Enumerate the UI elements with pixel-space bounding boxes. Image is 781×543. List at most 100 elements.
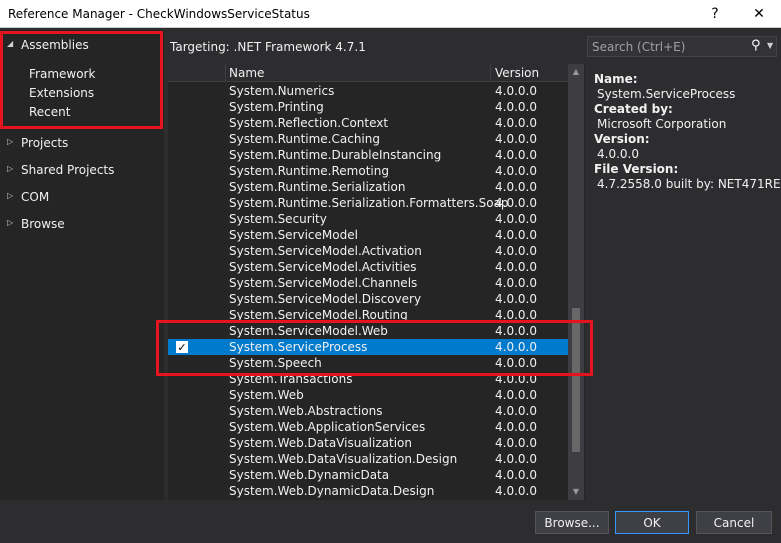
row-name: System.ServiceModel.Web [229,324,388,338]
row-name: System.Reflection.Context [229,116,389,130]
title-bar: Reference Manager - CheckWindowsServiceS… [0,0,781,28]
row-name: System.Security [229,212,327,226]
nav-shared-projects[interactable]: ▷ Shared Projects [0,160,164,180]
row-version: 4.0.0.0 [495,388,537,402]
row-name: System.ServiceModel.Discovery [229,292,422,306]
nav-extensions[interactable]: Extensions [29,86,94,105]
search-input[interactable] [592,38,742,55]
column-header-row: Name Version [168,64,568,82]
table-row[interactable]: System.Runtime.DurableInstancing 4.0.0.0 [168,147,568,163]
table-row[interactable]: System.ServiceModel.Activities 4.0.0.0 [168,259,568,275]
row-name: System.Numerics [229,84,335,98]
scroll-up-icon[interactable]: ▲ [568,64,584,80]
column-header-name[interactable]: Name [229,66,264,80]
scroll-thumb[interactable] [572,308,580,452]
expanded-triangle-icon: ◢ [7,39,14,48]
nav-browse-label: Browse [21,217,65,231]
row-name: System.Runtime.DurableInstancing [229,148,442,162]
table-row[interactable]: System.Security 4.0.0.0 [168,211,568,227]
help-button[interactable]: ? [693,0,737,28]
close-button[interactable]: ✕ [737,0,781,28]
row-name: System.Runtime.Caching [229,132,380,146]
nav-assemblies-label: Assemblies [21,38,89,52]
nav-recent[interactable]: Recent [29,105,70,124]
browse-button[interactable]: Browse... [535,511,609,534]
vertical-scrollbar[interactable]: ▲ ▼ [568,64,584,500]
nav-com[interactable]: ▷ COM [0,187,164,207]
collapsed-triangle-icon: ▷ [7,191,14,200]
row-version: 4.0.0.0 [495,244,537,258]
table-row[interactable]: System.ServiceModel 4.0.0.0 [168,227,568,243]
row-version: 4.0.0.0 [495,292,537,306]
row-name: System.ServiceModel.Activities [229,260,417,274]
row-name: System.ServiceModel.Activation [229,244,422,258]
row-version: 4.0.0.0 [495,452,537,466]
row-name: System.ServiceModel.Channels [229,276,418,290]
row-version: 4.0.0.0 [495,404,537,418]
nav-com-label: COM [21,190,50,204]
table-row[interactable]: System.Reflection.Context 4.0.0.0 [168,115,568,131]
table-row[interactable]: System.Runtime.Serialization.Formatters.… [168,195,568,211]
table-row[interactable]: System.Speech 4.0.0.0 [168,355,568,371]
row-version: 4.0.0.0 [495,164,537,178]
table-row[interactable]: System.ServiceModel.Discovery 4.0.0.0 [168,291,568,307]
table-row[interactable]: System.Web 4.0.0.0 [168,387,568,403]
table-row[interactable]: System.Transactions 4.0.0.0 [168,371,568,387]
row-version: 4.0.0.0 [495,468,537,482]
row-version: 4.0.0.0 [495,340,537,354]
row-name: System.Printing [229,100,324,114]
nav-framework[interactable]: Framework [29,67,95,86]
column-header-version[interactable]: Version [495,66,539,80]
table-row[interactable]: System.Web.DynamicData.Design 4.0.0.0 [168,483,568,499]
details-created-value: Microsoft Corporation [597,117,727,131]
table-row[interactable]: System.Printing 4.0.0.0 [168,99,568,115]
row-version: 4.0.0.0 [495,308,537,322]
nav-projects[interactable]: ▷ Projects [0,133,164,153]
row-version: 4.0.0.0 [495,84,537,98]
table-row[interactable]: ✓ System.ServiceProcess 4.0.0.0 [168,339,568,355]
row-name: System.ServiceModel [229,228,358,242]
table-row[interactable]: System.Runtime.Caching 4.0.0.0 [168,131,568,147]
row-name: System.Web.Abstractions [229,404,383,418]
table-row[interactable]: System.Runtime.Remoting 4.0.0.0 [168,163,568,179]
details-version-label: Version: [594,132,650,146]
table-row[interactable]: System.ServiceModel.Activation 4.0.0.0 [168,243,568,259]
cancel-button[interactable]: Cancel [696,511,772,534]
table-row[interactable]: System.Web.ApplicationServices 4.0.0.0 [168,419,568,435]
table-row[interactable]: System.Numerics 4.0.0.0 [168,83,568,99]
row-name: System.ServiceModel.Routing [229,308,408,322]
scroll-down-icon[interactable]: ▼ [568,484,584,500]
nav-assemblies[interactable]: ◢ Assemblies [0,35,164,55]
row-name: System.Speech [229,356,322,370]
column-separator[interactable] [490,64,491,82]
search-box[interactable]: ⚲ ▼ [587,36,777,57]
assembly-list: Name Version System.Numerics 4.0.0.0 Syste… [168,64,585,500]
table-row[interactable]: System.ServiceModel.Web 4.0.0.0 [168,323,568,339]
table-row[interactable]: System.Runtime.Serialization 4.0.0.0 [168,179,568,195]
window-title: Reference Manager - CheckWindowsServiceS… [8,7,310,21]
collapsed-triangle-icon: ▷ [7,218,14,227]
row-name: System.Web.DynamicData.Design [229,484,435,498]
table-row[interactable]: System.ServiceModel.Channels 4.0.0.0 [168,275,568,291]
row-version: 4.0.0.0 [495,484,537,498]
table-row[interactable]: System.Web.DataVisualization.Design 4.0.0… [168,451,568,467]
table-row[interactable]: System.Web.DataVisualization 4.0.0.0 [168,435,568,451]
left-nav: ◢ Assemblies Framework Extensions Recent… [0,30,164,500]
row-name: System.Runtime.Serialization.Formatters.… [229,196,509,210]
details-name-value: System.ServiceProcess [597,87,736,101]
collapsed-triangle-icon: ▷ [7,137,14,146]
search-icon[interactable]: ⚲ [751,38,761,53]
chevron-down-icon[interactable]: ▼ [767,41,773,50]
row-name: System.Web [229,388,304,402]
targeting-label: Targeting: .NET Framework 4.7.1 [170,40,366,54]
checkbox-checked-icon[interactable]: ✓ [176,341,188,353]
column-separator[interactable] [225,64,226,82]
row-version: 4.0.0.0 [495,356,537,370]
row-version: 4.0.0.0 [495,212,537,226]
row-name: System.ServiceProcess [229,340,368,354]
nav-browse[interactable]: ▷ Browse [0,214,164,234]
table-row[interactable]: System.Web.DynamicData 4.0.0.0 [168,467,568,483]
table-row[interactable]: System.Web.Abstractions 4.0.0.0 [168,403,568,419]
ok-button[interactable]: OK [615,511,689,534]
table-row[interactable]: System.ServiceModel.Routing 4.0.0.0 [168,307,568,323]
